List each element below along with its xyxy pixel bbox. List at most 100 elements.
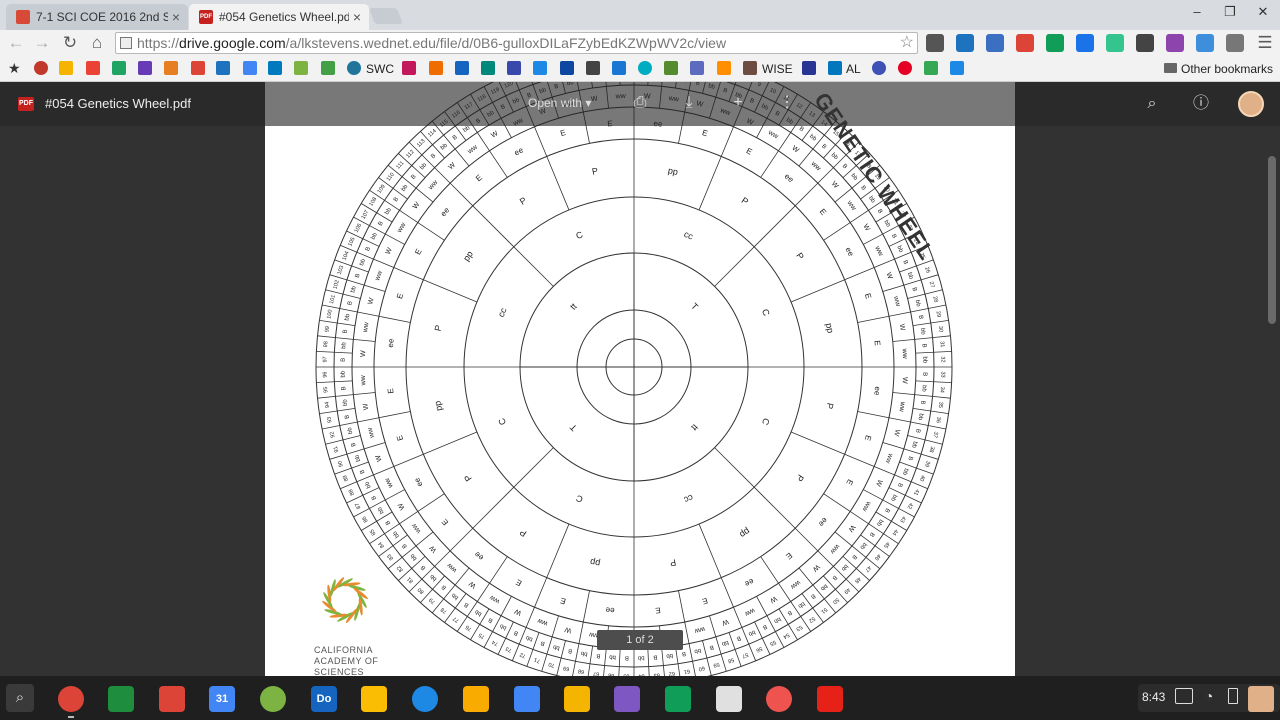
bookmark-icon[interactable] <box>690 61 704 75</box>
download-icon[interactable]: ⤓ <box>678 93 700 113</box>
extension-icon[interactable] <box>1196 34 1214 52</box>
address-bar[interactable]: https://drive.google.com/a/lkstevens.wed… <box>115 32 918 54</box>
extension-icon[interactable] <box>926 34 944 52</box>
forward-icon[interactable]: → <box>31 33 53 53</box>
maximize-icon[interactable]: ❐ <box>1215 4 1245 20</box>
extension-mail-icon[interactable] <box>986 34 1004 52</box>
bookmark-icon[interactable] <box>138 61 152 75</box>
play-store-icon[interactable] <box>924 61 938 75</box>
bookmark-swc[interactable]: SWC <box>366 62 394 76</box>
chrome-menu-icon[interactable]: ☰ <box>1254 33 1276 53</box>
bookmark-icon[interactable] <box>59 61 73 75</box>
tab-genetics-wheel[interactable]: PDF #054 Genetics Wheel.pdf - × <box>189 4 369 30</box>
bookmark-icon[interactable] <box>34 61 48 75</box>
extension-icon[interactable] <box>1166 34 1184 52</box>
details-icon[interactable]: ⓘ <box>1190 94 1212 114</box>
zoom-icon[interactable]: ⌕ <box>1141 94 1163 114</box>
wordpress-icon[interactable] <box>347 61 361 75</box>
extension-icon[interactable] <box>1106 34 1124 52</box>
docs-icon[interactable] <box>514 686 540 712</box>
tab-classroom[interactable]: 7-1 SCI COE 2016 2nd SEM × <box>6 4 188 30</box>
calendar-icon[interactable] <box>243 61 257 75</box>
wheel-allele-label: B <box>798 126 805 133</box>
more-options-icon[interactable]: ⋮ <box>776 93 798 113</box>
todoist-icon[interactable] <box>159 686 185 712</box>
wheel-divider <box>903 279 922 286</box>
bookmark-icon[interactable] <box>191 61 205 75</box>
bookmark-icon[interactable] <box>872 61 886 75</box>
bookmark-icon[interactable] <box>455 61 469 75</box>
close-tab-icon[interactable]: × <box>353 9 361 25</box>
page-info-icon[interactable] <box>120 37 132 49</box>
star-icon[interactable]: ★ <box>8 61 22 75</box>
wheel-divider <box>817 167 834 184</box>
new-tab-button[interactable] <box>369 8 403 24</box>
extension-icon[interactable] <box>1076 34 1094 52</box>
open-with-button[interactable]: Open with ▾ <box>528 96 591 110</box>
forms-icon[interactable] <box>614 686 640 712</box>
bookmark-icon[interactable] <box>533 61 547 75</box>
home-icon[interactable]: ⌂ <box>86 33 108 53</box>
evernote-icon[interactable] <box>260 686 286 712</box>
wheel-allele-label: T <box>689 301 700 312</box>
bookmark-icon[interactable] <box>294 61 308 75</box>
bookmark-icon[interactable] <box>802 61 816 75</box>
bookmark-icon[interactable] <box>717 61 731 75</box>
bookmark-icon[interactable] <box>402 61 416 75</box>
reload-icon[interactable]: ↻ <box>59 33 81 53</box>
app-icon[interactable] <box>766 686 792 712</box>
bookmark-icon[interactable] <box>950 61 964 75</box>
trello-icon[interactable] <box>268 61 282 75</box>
extension-icon[interactable] <box>956 34 974 52</box>
print-icon[interactable]: ⎙ <box>629 93 651 113</box>
keep-icon[interactable] <box>463 686 489 712</box>
bookmark-icon[interactable] <box>429 61 443 75</box>
bookmark-icon[interactable] <box>481 61 495 75</box>
wheel-divider <box>863 489 883 501</box>
bookmark-icon[interactable] <box>612 61 626 75</box>
bookmark-icon[interactable] <box>828 61 842 75</box>
launcher-search-icon[interactable]: ⌕ <box>6 684 34 712</box>
extension-icon[interactable] <box>1136 34 1154 52</box>
drive-icon[interactable] <box>112 61 126 75</box>
bookmark-al[interactable]: AL <box>846 62 861 76</box>
chrome-icon[interactable] <box>58 686 84 712</box>
bookmark-icon[interactable] <box>664 61 678 75</box>
pinterest-icon[interactable] <box>898 61 912 75</box>
bookmark-icon[interactable] <box>560 61 574 75</box>
todoist-icon[interactable] <box>1016 34 1034 52</box>
close-window-icon[interactable]: ✕ <box>1248 4 1278 20</box>
minimize-icon[interactable]: – <box>1182 4 1212 19</box>
slides-icon[interactable] <box>564 686 590 712</box>
bookmark-icon[interactable] <box>216 61 230 75</box>
wheel-allele-label: pp <box>667 165 679 177</box>
gmail-icon[interactable] <box>86 61 100 75</box>
bookmark-wise[interactable]: WISE <box>762 62 793 76</box>
bookmark-icon[interactable] <box>638 61 652 75</box>
pdf-icon: PDF <box>199 10 213 24</box>
web-store-icon[interactable] <box>716 686 742 712</box>
wheel-number-label: 100 <box>326 309 333 319</box>
avatar[interactable] <box>1238 91 1264 117</box>
back-icon[interactable]: ← <box>5 33 27 53</box>
classroom-icon[interactable] <box>1046 34 1064 52</box>
youtube-icon[interactable] <box>817 686 843 712</box>
bookmark-icon[interactable] <box>507 61 521 75</box>
bookmark-icon[interactable] <box>321 61 335 75</box>
close-tab-icon[interactable]: × <box>172 9 180 25</box>
bookmark-icon[interactable] <box>164 61 178 75</box>
docs-to-go-icon[interactable]: Do <box>311 686 337 712</box>
sheets-icon[interactable] <box>665 686 691 712</box>
wheel-divider <box>346 279 365 286</box>
drive-icon[interactable] <box>361 686 387 712</box>
bookmark-icon[interactable] <box>586 61 600 75</box>
other-bookmarks[interactable]: Other bookmarks <box>1181 62 1273 76</box>
scrollbar[interactable] <box>1268 156 1276 324</box>
files-icon[interactable] <box>412 686 438 712</box>
bookmark-star-icon[interactable]: ☆ <box>900 33 914 53</box>
extension-icon[interactable] <box>1226 34 1244 52</box>
calendar-icon[interactable]: 31 <box>209 686 235 712</box>
bookmark-icon[interactable] <box>743 61 757 75</box>
add-people-icon[interactable]: + <box>727 93 749 113</box>
classroom-icon[interactable] <box>108 686 134 712</box>
